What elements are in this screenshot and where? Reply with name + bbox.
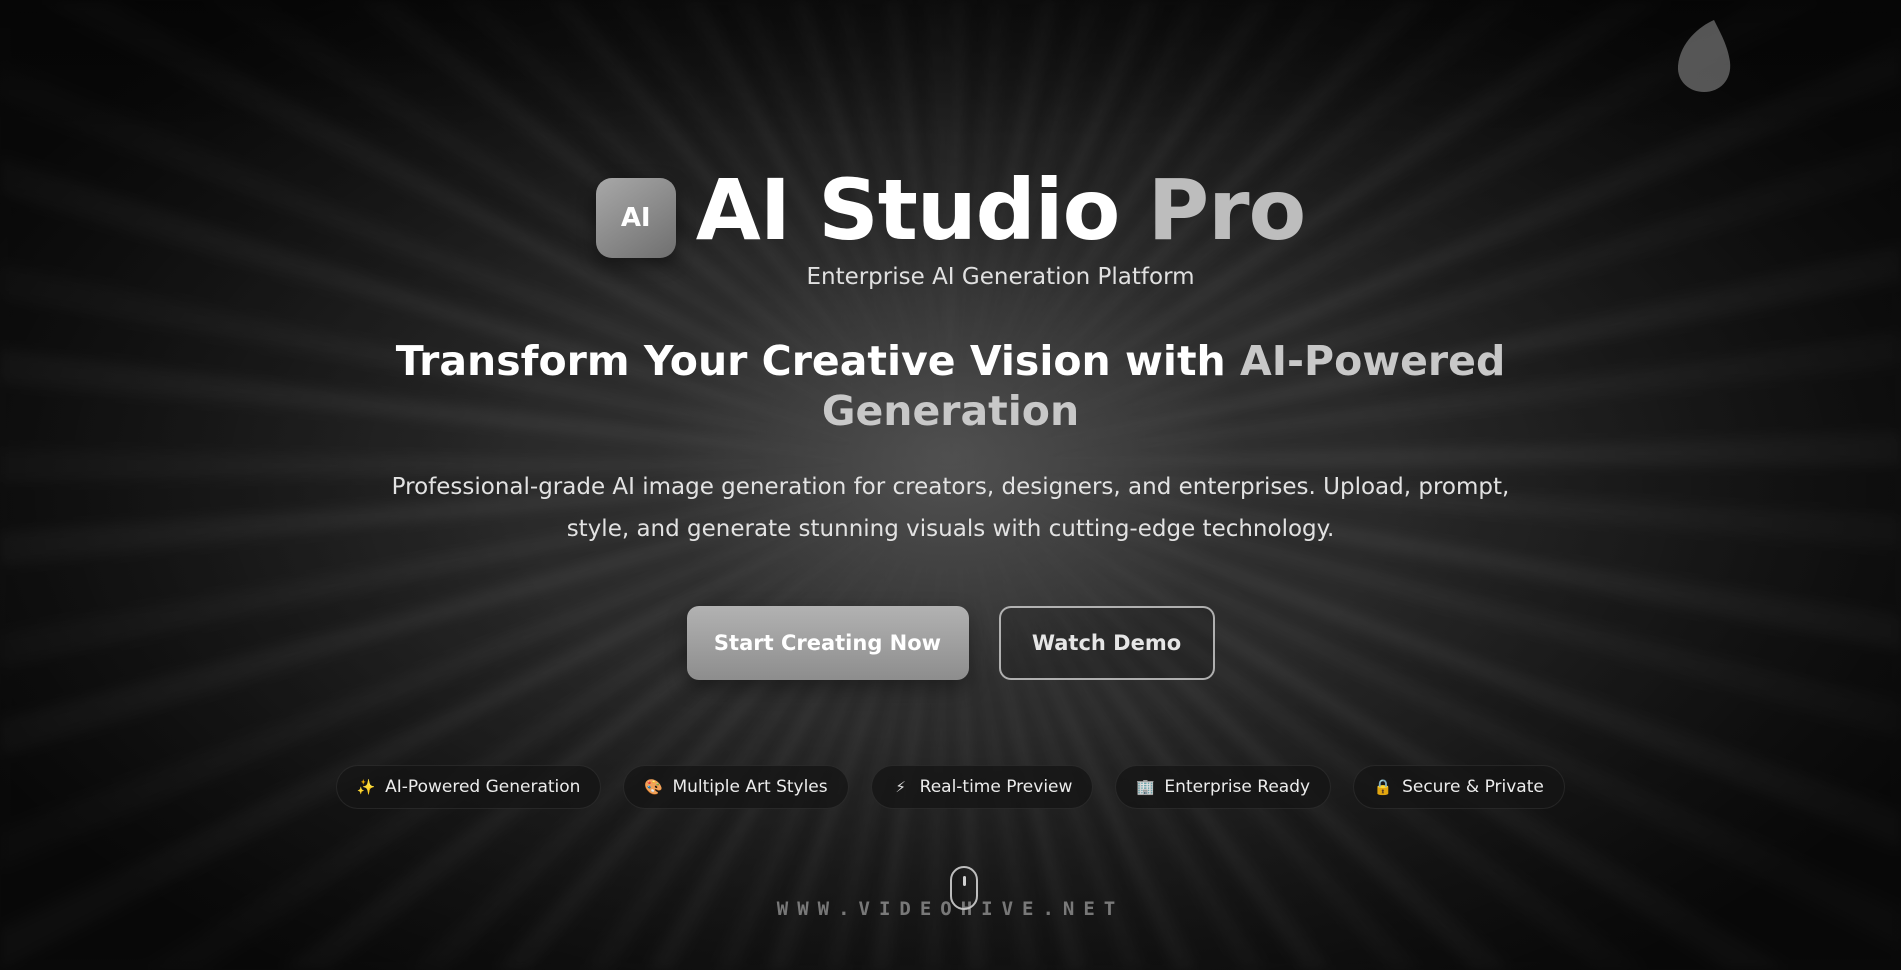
headline-main: Transform Your Creative Vision with	[395, 337, 1241, 385]
envato-drop-icon	[1677, 20, 1731, 92]
cta-buttons: Start Creating Now Watch Demo	[0, 606, 1901, 680]
sparkles-icon: ✨	[356, 778, 376, 796]
videohive-watermark: WWW.VIDEOHIVE.NET	[776, 898, 1125, 920]
feature-ai-powered: ✨ AI-Powered Generation	[336, 765, 602, 809]
app-title: AI Studio Pro	[695, 160, 1307, 260]
brand-header: AI AI Studio Pro	[0, 160, 1901, 260]
app-logo-badge[interactable]: AI	[595, 178, 676, 258]
hero-headline: Transform Your Creative Vision with AI-P…	[380, 336, 1521, 436]
app-title-main: AI Studio	[695, 161, 1148, 259]
lock-icon: 🔒	[1373, 778, 1393, 796]
hero-description: Professional-grade AI image generation f…	[391, 474, 1510, 542]
app-subtitle: Enterprise AI Generation Platform	[806, 264, 1195, 290]
feature-secure-private: 🔒 Secure & Private	[1353, 765, 1565, 809]
feature-label: Secure & Private	[1402, 777, 1544, 797]
palette-icon: 🎨	[644, 778, 663, 796]
feature-enterprise-ready: 🏢 Enterprise Ready	[1115, 765, 1332, 809]
feature-label: Multiple Art Styles	[672, 777, 828, 797]
app-title-accent: Pro	[1147, 161, 1307, 259]
start-creating-button[interactable]: Start Creating Now	[686, 606, 969, 680]
building-icon: 🏢	[1136, 778, 1155, 796]
feature-label: Real-time Preview	[919, 777, 1073, 797]
feature-pills: ✨ AI-Powered Generation 🎨 Multiple Art S…	[0, 765, 1901, 809]
scroll-wheel	[963, 876, 966, 886]
watch-demo-button[interactable]: Watch Demo	[998, 606, 1215, 680]
feature-art-styles: 🎨 Multiple Art Styles	[623, 765, 849, 809]
hero-section: AI AI Studio Pro Enterprise AI Generatio…	[0, 0, 1901, 970]
lightning-icon: ⚡	[895, 778, 906, 796]
feature-label: Enterprise Ready	[1164, 777, 1311, 797]
feature-realtime-preview: ⚡ Real-time Preview	[870, 765, 1094, 809]
top-shade	[0, 0, 1901, 140]
feature-label: AI-Powered Generation	[385, 777, 581, 797]
